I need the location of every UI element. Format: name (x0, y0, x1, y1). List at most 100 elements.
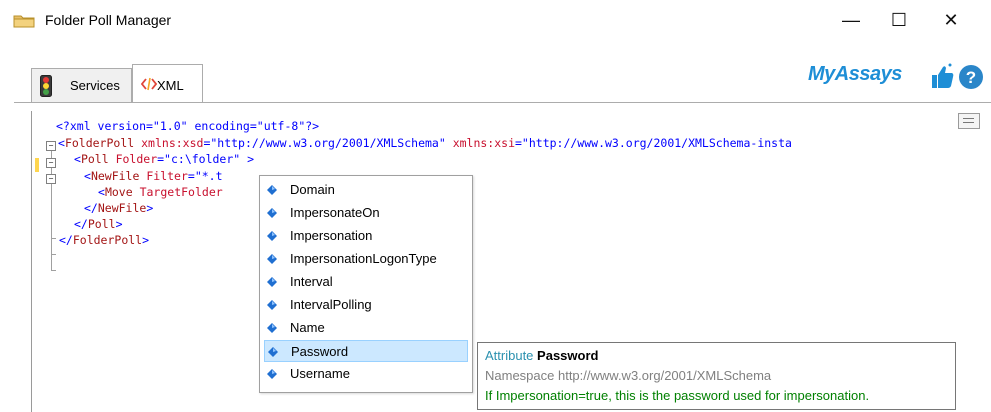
tab-services[interactable]: Services (31, 68, 132, 102)
tooltip-description: If Impersonation=true, this is the passw… (485, 388, 870, 403)
completion-item[interactable]: ImpersonateOn (264, 202, 468, 224)
code-token: < (74, 152, 81, 166)
completion-item[interactable]: Domain (264, 179, 468, 201)
traffic-light-icon (40, 75, 52, 97)
xml-code-icon (141, 77, 157, 91)
attribute-icon (267, 369, 277, 379)
code-token: xmlns:xsd (141, 136, 204, 150)
code-token: < (98, 185, 105, 199)
tooltip-namespace: Namespace http://www.w3.org/2001/XMLSche… (485, 368, 772, 383)
window-title: Folder Poll Manager (45, 12, 172, 28)
code-token: </ (84, 201, 98, 215)
attribute-icon (267, 300, 277, 310)
code-token: > (247, 152, 255, 166)
code-token: Folder (115, 152, 158, 166)
completion-item-label: ImpersonationLogonType (290, 251, 437, 266)
code-token: Poll (80, 152, 109, 166)
code-token: > (142, 233, 150, 247)
completion-item[interactable]: Username (264, 363, 468, 385)
fold-toggle-icon[interactable]: − (46, 174, 56, 184)
fold-guide (51, 151, 52, 158)
code-token: Poll (87, 217, 116, 231)
thumbs-up-icon (932, 63, 954, 88)
code-line[interactable]: <FolderPoll xmlns:xsd="http://www.w3.org… (58, 135, 792, 151)
tab-xml[interactable]: XML (132, 64, 203, 103)
minimize-button[interactable]: — (828, 5, 874, 35)
code-line[interactable]: <Poll Folder="c:\folder" > (74, 151, 254, 167)
title-bar: Folder Poll Manager — ☐ ✕ (0, 0, 991, 40)
completion-item[interactable]: Name (264, 317, 468, 339)
code-token: xmlns:xsi (452, 136, 515, 150)
code-line[interactable]: <?xml version="1.0" encoding="utf-8"?> (56, 118, 319, 134)
completion-item-label: Interval (290, 274, 333, 289)
modified-line-marker (35, 158, 39, 172)
completion-item[interactable]: IntervalPolling (264, 294, 468, 316)
logo-text: MyAssays (808, 63, 902, 85)
code-line[interactable]: </FolderPoll> (59, 232, 149, 248)
code-token: <?xml version="1.0" encoding="utf-8"?> (56, 119, 320, 133)
autocomplete-popup[interactable]: Domain ImpersonateOn Impersonation Imperson… (259, 175, 473, 393)
code-token: < (84, 169, 91, 183)
code-token: > (115, 217, 123, 231)
attribute-icon (267, 208, 277, 218)
code-token: > (146, 201, 154, 215)
completion-item-label: Impersonation (290, 228, 373, 243)
code-token: Filter (146, 169, 188, 183)
completion-item[interactable]: Password (264, 340, 468, 362)
code-token: </ (74, 217, 88, 231)
completion-item[interactable]: Interval (264, 271, 468, 293)
completion-item-label: Password (291, 344, 349, 359)
maximize-icon: ☐ (890, 10, 908, 30)
fold-guide (51, 254, 56, 255)
completion-item-label: Username (290, 366, 350, 381)
code-line[interactable]: </Poll> (74, 216, 123, 232)
completion-item[interactable]: ImpersonationLogonType (264, 248, 468, 270)
attribute-icon (267, 254, 277, 264)
completion-item-label: Name (290, 320, 325, 335)
code-token: TargetFolder (139, 185, 223, 199)
help-icon[interactable]: ? (958, 64, 984, 90)
code-line[interactable]: <NewFile Filter="*.t (84, 168, 223, 184)
fold-toggle-icon[interactable]: − (46, 141, 56, 151)
code-token: NewFile (97, 201, 147, 215)
editor-scroll-toggle[interactable] (958, 113, 980, 129)
code-line[interactable]: <Move TargetFolder (98, 184, 223, 200)
attribute-tooltip: Attribute Password Namespace http://www.… (477, 342, 956, 410)
code-token: < (58, 136, 65, 150)
folder-app-icon (13, 15, 35, 28)
minimize-icon: — (842, 10, 860, 30)
code-token: ="*.t (187, 169, 223, 183)
fold-guide (51, 184, 52, 270)
code-token: ="c:\folder" (157, 152, 248, 166)
completion-item[interactable]: Impersonation (264, 225, 468, 247)
tooltip-name: Password (537, 348, 599, 363)
attribute-icon (267, 323, 277, 333)
tooltip-kind: Attribute (485, 348, 534, 363)
fold-guide (51, 168, 52, 174)
code-token: FolderPoll (64, 136, 135, 150)
code-token: </ (59, 233, 73, 247)
attribute-icon (267, 231, 277, 241)
attribute-icon (268, 347, 278, 357)
code-token: ="http://www.w3.org/2001/XMLSchema-insta (515, 136, 792, 150)
completion-item-label: IntervalPolling (290, 297, 372, 312)
tab-xml-label: XML (157, 78, 184, 93)
close-button[interactable]: ✕ (928, 5, 974, 35)
tab-services-label: Services (70, 78, 120, 93)
code-line[interactable]: </NewFile> (84, 200, 153, 216)
code-token: FolderPoll (72, 233, 143, 247)
fold-toggle-icon[interactable]: − (46, 158, 56, 168)
completion-item-label: Domain (290, 182, 335, 197)
code-token: Move (104, 185, 133, 199)
attribute-icon (267, 277, 277, 287)
svg-text:?: ? (966, 68, 976, 87)
tooltip-title: Attribute Password (485, 348, 598, 363)
tab-strip-divider (14, 102, 991, 103)
attribute-icon (267, 185, 277, 195)
fold-guide (51, 270, 56, 271)
maximize-button[interactable]: ☐ (876, 5, 922, 35)
code-token: ="http://www.w3.org/2001/XMLSchema" (203, 136, 453, 150)
close-icon: ✕ (943, 10, 959, 30)
